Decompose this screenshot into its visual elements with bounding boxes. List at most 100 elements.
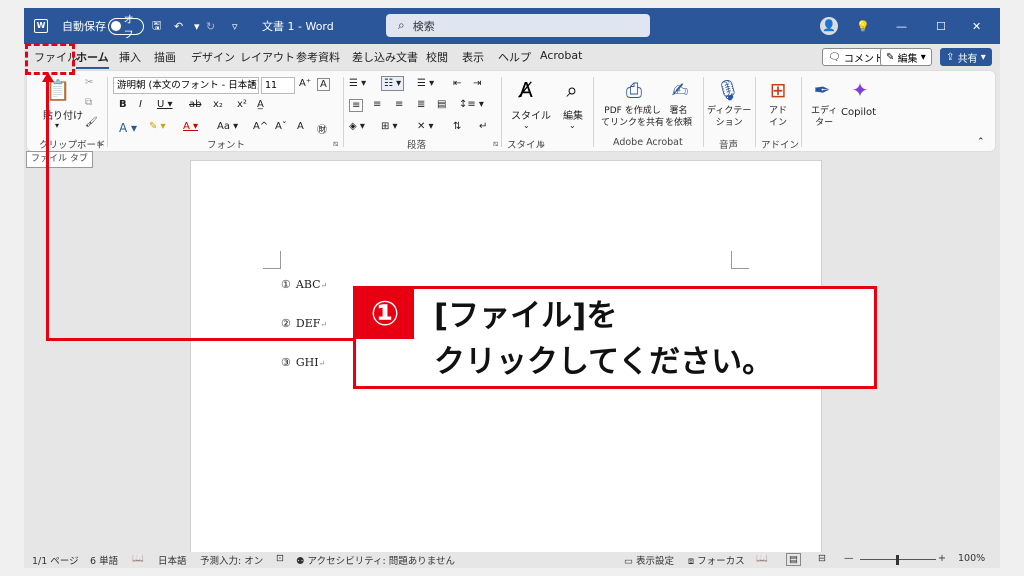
pdf-create-share-button[interactable]: PDF を作成し てリンクを共有 bbox=[601, 105, 664, 129]
superscript-icon[interactable]: x² bbox=[237, 99, 247, 110]
copilot-button[interactable]: Copilot bbox=[841, 107, 876, 118]
document-line[interactable]: ② DEF↵ bbox=[281, 317, 327, 330]
dictate-button[interactable]: ディクテー ション bbox=[707, 105, 751, 129]
zoom-slider-thumb[interactable] bbox=[896, 555, 899, 565]
share-button[interactable]: ⇪ 共有 ▾ bbox=[940, 48, 992, 66]
focus-button[interactable]: ⧈ フォーカス bbox=[688, 553, 745, 567]
highlight-icon[interactable]: ✎ ▾ bbox=[149, 121, 166, 132]
pdf-create-icon[interactable]: ⎙ bbox=[621, 77, 647, 103]
bullets-icon[interactable]: ☰ ▾ bbox=[349, 78, 366, 89]
italic-icon[interactable]: I bbox=[139, 99, 142, 110]
document-line[interactable]: ③ GHI↵ bbox=[281, 356, 325, 369]
font-name-select[interactable]: 游明朝 (本文のフォント - 日本語) bbox=[113, 77, 259, 94]
chevron-down-icon[interactable]: ▾ bbox=[251, 79, 255, 88]
align-right-icon[interactable]: ≡ bbox=[395, 99, 403, 110]
enclose-char-icon[interactable]: ㊖ bbox=[317, 121, 327, 136]
maximize-button[interactable]: ☐ bbox=[936, 8, 946, 44]
web-layout-icon[interactable]: ⊟ bbox=[818, 553, 826, 564]
copy-icon[interactable]: ⧉ bbox=[85, 97, 92, 108]
addins-button[interactable]: アド イン bbox=[769, 105, 787, 129]
zoom-out-icon[interactable]: — bbox=[844, 553, 854, 564]
avatar[interactable]: 👤 bbox=[820, 8, 838, 44]
strikethrough-icon[interactable]: ab bbox=[189, 99, 201, 110]
grow-font-icon[interactable]: A⁺ bbox=[299, 78, 311, 89]
request-signature-icon[interactable]: ✍ bbox=[667, 77, 693, 103]
show-marks-icon[interactable]: ↵ bbox=[479, 121, 487, 132]
increase-indent-icon[interactable]: ⇥ bbox=[473, 78, 481, 89]
editor-button[interactable]: エディ ター bbox=[811, 105, 837, 129]
styles-launcher-icon[interactable]: ⧅ bbox=[539, 139, 544, 149]
tab-help[interactable]: ヘルプ bbox=[498, 49, 531, 65]
format-painter-icon[interactable]: 🖌 bbox=[85, 117, 98, 128]
customize-qat-icon[interactable]: ▿ bbox=[232, 8, 238, 44]
editor-icon[interactable]: ✒ bbox=[809, 77, 835, 103]
styles-icon[interactable]: A̸ bbox=[513, 77, 539, 103]
decrease-indent-icon[interactable]: ⇤ bbox=[453, 78, 461, 89]
minimize-button[interactable]: — bbox=[896, 8, 907, 44]
undo-icon[interactable]: ↶ bbox=[174, 8, 183, 44]
tab-view[interactable]: 表示 bbox=[462, 49, 484, 65]
editing-mode-button[interactable]: ✎ 編集 ▾ bbox=[880, 48, 932, 66]
underline-icon[interactable]: U ▾ bbox=[157, 99, 173, 110]
page-count[interactable]: 1/1 ページ bbox=[32, 553, 79, 567]
zoom-in-icon[interactable]: + bbox=[938, 553, 946, 564]
clipboard-launcher-icon[interactable]: ⧅ bbox=[97, 139, 102, 149]
clear-format-icon[interactable]: A bbox=[317, 78, 330, 91]
multilevel-list-icon[interactable]: ☰ ▾ bbox=[417, 78, 434, 89]
numbering-icon[interactable]: ☷ ▾ bbox=[381, 76, 405, 91]
tab-mailings[interactable]: 差し込み文書 bbox=[352, 49, 418, 65]
predict-status[interactable]: 予測入力: オン bbox=[200, 553, 263, 567]
text-effects-color-icon[interactable]: A ▾ bbox=[119, 121, 137, 135]
font-size-select[interactable]: 11 bbox=[261, 77, 295, 94]
align-center-icon[interactable]: ≡ bbox=[373, 99, 381, 110]
shrink-font-size-icon[interactable]: Aˇ bbox=[275, 121, 287, 132]
justify-icon[interactable]: ≣ bbox=[417, 99, 425, 110]
word-count[interactable]: 6 単語 bbox=[90, 553, 118, 567]
tab-layout[interactable]: レイアウト bbox=[240, 49, 295, 65]
align-left-icon[interactable]: ≡ bbox=[349, 99, 364, 112]
zoom-level[interactable]: 100% bbox=[958, 553, 985, 564]
subscript-icon[interactable]: x₂ bbox=[213, 99, 223, 110]
request-signature-button[interactable]: 署名 を依頼 bbox=[665, 105, 692, 129]
chevron-down-icon[interactable]: ⌄ bbox=[523, 121, 530, 130]
save-icon[interactable]: 🖫 bbox=[152, 8, 161, 44]
sort-icon[interactable]: ⇅ bbox=[453, 121, 461, 132]
undo-dropdown-icon[interactable]: ▾ bbox=[194, 8, 200, 44]
phonetic-guide-icon[interactable]: A bbox=[297, 121, 304, 132]
grow-font-size-icon[interactable]: A^ bbox=[253, 121, 268, 132]
bold-icon[interactable]: B bbox=[119, 99, 127, 110]
tab-references[interactable]: 参考資料 bbox=[296, 49, 340, 65]
tab-insert[interactable]: 挿入 bbox=[119, 49, 141, 65]
font-launcher-icon[interactable]: ⧅ bbox=[333, 139, 338, 149]
print-layout-icon[interactable]: ▤ bbox=[786, 553, 801, 566]
display-settings-button[interactable]: ▭ 表示設定 bbox=[624, 553, 674, 567]
tab-home[interactable]: ホーム bbox=[76, 49, 109, 69]
macro-icon[interactable]: ⊡ bbox=[276, 553, 284, 564]
asian-layout-icon[interactable]: ✕ ▾ bbox=[417, 121, 434, 132]
read-mode-icon[interactable]: 📖 bbox=[756, 553, 768, 564]
autosave-toggle[interactable]: オフ bbox=[108, 8, 144, 44]
line-spacing-icon[interactable]: ↕≡ ▾ bbox=[459, 99, 484, 110]
cut-icon[interactable]: ✂ bbox=[85, 77, 93, 88]
editing-button[interactable]: 編集 bbox=[563, 107, 583, 122]
tab-draw[interactable]: 描画 bbox=[154, 49, 176, 65]
shading-icon[interactable]: ◈ ▾ bbox=[349, 121, 365, 132]
chevron-down-icon[interactable]: ⌄ bbox=[569, 121, 576, 130]
search-input[interactable]: ⌕ 検索 bbox=[386, 14, 650, 37]
redo-icon[interactable]: ↻ bbox=[206, 8, 215, 44]
accessibility-status[interactable]: ⚉ アクセシビリティ: 問題ありません bbox=[296, 553, 455, 567]
collapse-ribbon-icon[interactable]: ⌃ bbox=[977, 137, 985, 147]
addins-icon[interactable]: ⊞ bbox=[765, 77, 791, 103]
change-case-button[interactable]: Aa ▾ bbox=[217, 121, 238, 132]
tab-design[interactable]: デザイン bbox=[191, 49, 235, 65]
borders-icon[interactable]: ⊞ ▾ bbox=[381, 121, 398, 132]
microphone-icon[interactable]: 🎙 bbox=[715, 77, 741, 103]
styles-button[interactable]: スタイル bbox=[511, 107, 551, 122]
find-icon[interactable]: ⌕ bbox=[559, 77, 585, 103]
lightbulb-icon[interactable]: 💡 bbox=[856, 8, 870, 44]
paragraph-launcher-icon[interactable]: ⧅ bbox=[493, 139, 498, 149]
paste-dropdown-icon[interactable]: ▾ bbox=[55, 121, 59, 130]
tab-review[interactable]: 校閲 bbox=[426, 49, 448, 65]
book-icon[interactable]: 📖 bbox=[132, 553, 144, 564]
font-color-icon[interactable]: A ▾ bbox=[183, 121, 198, 132]
